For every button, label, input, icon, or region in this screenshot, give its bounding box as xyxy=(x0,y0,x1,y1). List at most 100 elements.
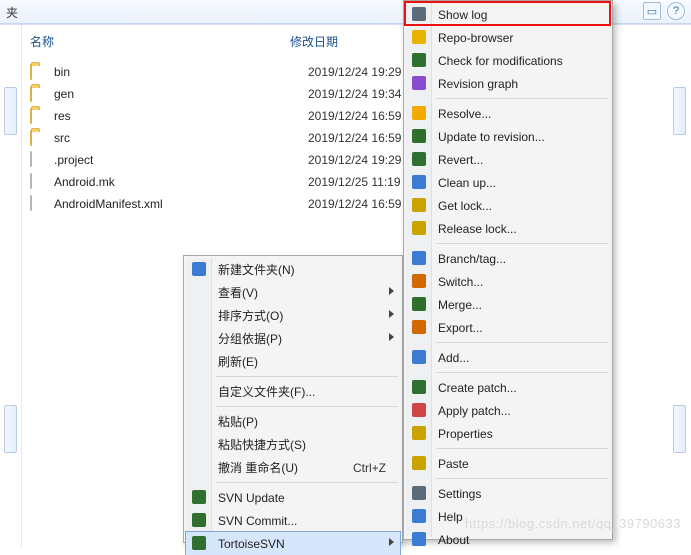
menu-label: 新建文件夹(N) xyxy=(218,261,295,278)
menu-label: 自定义文件夹(F)... xyxy=(218,383,315,400)
menu-label: 撤消 重命名(U) xyxy=(218,459,298,476)
file-date: 2019/12/25 11:19 xyxy=(308,175,401,189)
preview-pane-icon[interactable]: ▭ xyxy=(643,2,661,20)
menu-settings[interactable]: Settings xyxy=(406,482,610,505)
menu-get-lock[interactable]: Get lock... xyxy=(406,194,610,217)
export-icon xyxy=(411,319,427,335)
menu-check-mods[interactable]: Check for modifications xyxy=(406,49,610,72)
menu-branch-tag[interactable]: Branch/tag... xyxy=(406,247,610,270)
folder-icon xyxy=(30,108,48,124)
menu-about[interactable]: About xyxy=(406,528,610,551)
menu-update-to-revision[interactable]: Update to revision... xyxy=(406,125,610,148)
menu-label: 粘贴快捷方式(S) xyxy=(218,436,306,453)
menu-label: Repo-browser xyxy=(438,31,513,45)
menu-resolve[interactable]: Resolve... xyxy=(406,102,610,125)
menu-label: Revision graph xyxy=(438,77,518,91)
menu-label: Revert... xyxy=(438,153,483,167)
resolve-icon xyxy=(411,105,427,121)
nav-toggle-icon[interactable] xyxy=(4,87,17,135)
menu-show-log[interactable]: Show log xyxy=(406,3,610,26)
file-icon xyxy=(30,174,48,190)
menu-undo-rename[interactable]: 撤消 重命名(U) Ctrl+Z xyxy=(186,456,400,479)
folder-icon xyxy=(30,86,48,102)
menu-add[interactable]: Add... xyxy=(406,346,610,369)
switch-icon xyxy=(411,273,427,289)
menu-label: SVN Commit... xyxy=(218,514,297,528)
gear-icon xyxy=(411,485,427,501)
menu-apply-patch[interactable]: Apply patch... xyxy=(406,399,610,422)
menu-label: Help xyxy=(438,510,463,524)
menu-merge[interactable]: Merge... xyxy=(406,293,610,316)
menu-label: TortoiseSVN xyxy=(218,537,285,551)
file-icon xyxy=(30,196,48,212)
log-icon xyxy=(411,6,427,22)
menu-switch[interactable]: Switch... xyxy=(406,270,610,293)
nav-collapse-strip xyxy=(0,25,22,547)
menu-label: Add... xyxy=(438,351,469,365)
menu-label: 刷新(E) xyxy=(218,353,258,370)
nav-toggle-icon[interactable] xyxy=(4,405,17,453)
unlock-icon xyxy=(411,220,427,236)
menu-label: Update to revision... xyxy=(438,130,545,144)
menu-label: Show log xyxy=(438,8,487,22)
submenu-arrow-icon xyxy=(389,287,394,295)
menu-new-folder[interactable]: 新建文件夹(N) xyxy=(186,258,400,281)
lock-icon xyxy=(411,197,427,213)
file-date: 2019/12/24 19:29 xyxy=(308,153,401,167)
menu-separator xyxy=(436,98,608,99)
menu-create-patch[interactable]: Create patch... xyxy=(406,376,610,399)
menu-label: Properties xyxy=(438,427,493,441)
menu-label: 查看(V) xyxy=(218,284,258,301)
menu-label: Export... xyxy=(438,321,483,335)
menu-revert[interactable]: Revert... xyxy=(406,148,610,171)
toolbar-right-icons: ▭ ? xyxy=(643,2,685,20)
column-name[interactable]: 名称 xyxy=(30,33,290,50)
menu-separator xyxy=(216,406,398,407)
menu-label: 粘贴(P) xyxy=(218,413,258,430)
menu-label: 分组依据(P) xyxy=(218,330,282,347)
preview-toggle-icon[interactable] xyxy=(673,405,686,453)
watermark-text: https://blog.csdn.net/qq_39790633 xyxy=(465,516,681,531)
menu-svn-commit[interactable]: SVN Commit... xyxy=(186,509,400,532)
menu-sort[interactable]: 排序方式(O) xyxy=(186,304,400,327)
file-date: 2019/12/24 19:29 xyxy=(308,65,401,79)
menu-label: Check for modifications xyxy=(438,54,563,68)
menu-release-lock[interactable]: Release lock... xyxy=(406,217,610,240)
about-icon xyxy=(411,531,427,547)
file-date: 2019/12/24 16:59 xyxy=(308,131,401,145)
file-date: 2019/12/24 16:59 xyxy=(308,197,401,211)
add-icon xyxy=(411,349,427,365)
menu-separator xyxy=(436,478,608,479)
revert-icon xyxy=(411,151,427,167)
folder-icon xyxy=(30,130,48,146)
menu-view[interactable]: 查看(V) xyxy=(186,281,400,304)
globe-icon xyxy=(191,261,207,277)
menu-label: SVN Update xyxy=(218,491,285,505)
menu-repo-browser[interactable]: Repo-browser xyxy=(406,26,610,49)
menu-svn-update[interactable]: SVN Update xyxy=(186,486,400,509)
menu-group[interactable]: 分组依据(P) xyxy=(186,327,400,350)
menu-export[interactable]: Export... xyxy=(406,316,610,339)
menu-revision-graph[interactable]: Revision graph xyxy=(406,72,610,95)
file-icon xyxy=(30,152,48,168)
help-icon[interactable]: ? xyxy=(667,2,685,20)
menu-properties[interactable]: Properties xyxy=(406,422,610,445)
menu-shortcut: Ctrl+Z xyxy=(353,461,386,475)
menu-svn-paste[interactable]: Paste xyxy=(406,452,610,475)
menu-paste[interactable]: 粘贴(P) xyxy=(186,410,400,433)
properties-icon xyxy=(411,425,427,441)
menu-refresh[interactable]: 刷新(E) xyxy=(186,350,400,373)
apply-patch-icon xyxy=(411,402,427,418)
file-name: .project xyxy=(54,153,308,167)
menu-customize-folder[interactable]: 自定义文件夹(F)... xyxy=(186,380,400,403)
menu-cleanup[interactable]: Clean up... xyxy=(406,171,610,194)
menu-label: 排序方式(O) xyxy=(218,307,283,324)
check-icon xyxy=(411,52,427,68)
menu-separator xyxy=(216,482,398,483)
paste-icon xyxy=(411,455,427,471)
menu-label: Branch/tag... xyxy=(438,252,506,266)
menu-label: Clean up... xyxy=(438,176,496,190)
menu-paste-shortcut[interactable]: 粘贴快捷方式(S) xyxy=(186,433,400,456)
folder-icon xyxy=(30,64,48,80)
menu-tortoisesvn[interactable]: TortoiseSVN xyxy=(186,532,400,555)
